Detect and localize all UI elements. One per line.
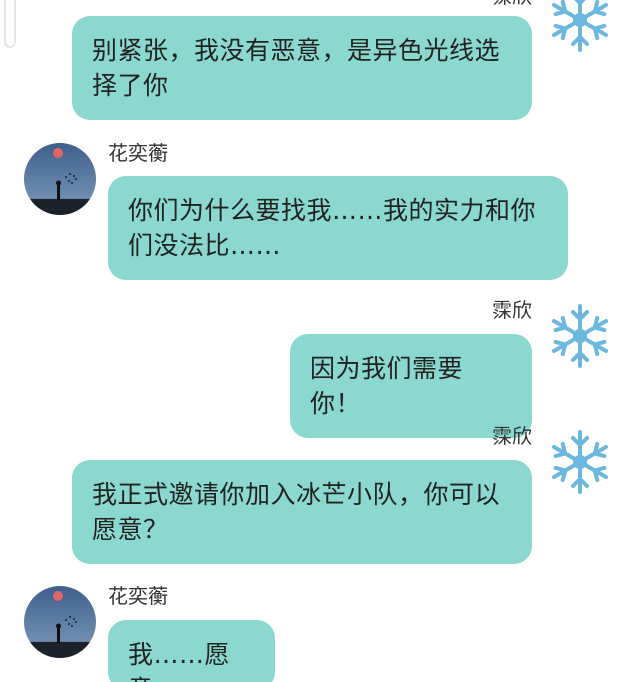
chat-thread: 霂欣 别紧张，我没有恶意，是异色光线选择了你 <box>0 0 640 682</box>
message-bubble[interactable]: 我……愿意 <box>108 620 275 682</box>
sender-name: 花奕蘅 <box>108 584 168 608</box>
sender-name: 花奕蘅 <box>108 141 168 165</box>
message-bubble[interactable]: 因为我们需要你！ <box>290 334 532 438</box>
snowflake-avatar[interactable] <box>544 426 616 498</box>
message-bubble[interactable]: 我正式邀请你加入冰芒小队，你可以愿意？ <box>72 460 532 564</box>
snowflake-icon <box>544 300 616 372</box>
sender-name: 霂欣 <box>492 298 532 322</box>
night-sky-moon-avatar <box>24 143 96 215</box>
scroll-indicator[interactable] <box>4 0 16 48</box>
sender-name: 霂欣 <box>492 0 532 8</box>
snowflake-icon <box>544 426 616 498</box>
sender-name: 霂欣 <box>492 424 532 448</box>
night-sky-avatar[interactable] <box>24 586 96 658</box>
snowflake-icon <box>544 0 616 56</box>
message-bubble[interactable]: 别紧张，我没有恶意，是异色光线选择了你 <box>72 16 532 120</box>
night-sky-avatar[interactable] <box>24 143 96 215</box>
snowflake-avatar[interactable] <box>544 300 616 372</box>
night-sky-moon-avatar <box>24 586 96 658</box>
message-bubble[interactable]: 你们为什么要找我……我的实力和你们没法比…… <box>108 176 568 280</box>
snowflake-avatar[interactable] <box>544 0 616 56</box>
